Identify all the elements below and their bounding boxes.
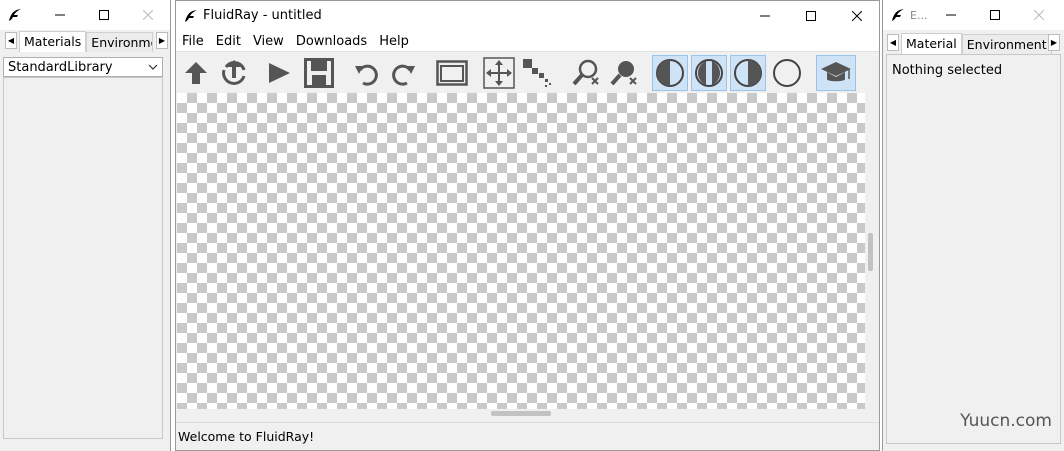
materials-titlebar[interactable]	[0, 0, 170, 30]
horizontal-scroll-thumb[interactable]	[491, 411, 551, 416]
undo-icon	[355, 64, 378, 86]
graduation-cap-icon	[821, 62, 851, 82]
library-select-value: StandardLibrary	[8, 59, 113, 75]
toolbar	[176, 51, 879, 94]
maximize-button[interactable]	[82, 0, 126, 30]
properties-panel: Nothing selected	[886, 54, 1061, 444]
main-window: FluidRay - untitled File Edit View Downl…	[175, 0, 880, 451]
menu-downloads[interactable]: Downloads	[290, 34, 373, 49]
save-icon	[304, 58, 334, 88]
pick-button[interactable]	[606, 55, 642, 91]
close-button[interactable]	[126, 0, 170, 30]
play-icon	[269, 63, 290, 83]
tab-scroll-left-icon[interactable]: ◀	[887, 34, 899, 51]
save-button[interactable]	[301, 55, 337, 91]
arrow-up-icon	[185, 62, 207, 84]
minimize-button[interactable]	[929, 0, 973, 30]
properties-titlebar[interactable]: E...	[883, 0, 1064, 30]
materials-window: ◀ Materials Environme ▶ StandardLibrary	[0, 0, 171, 451]
properties-window-title: E...	[910, 9, 928, 22]
mode-2-button[interactable]	[691, 55, 727, 91]
frame-button[interactable]	[434, 55, 470, 91]
main-window-title: FluidRay - untitled	[203, 8, 322, 23]
mode-3-button[interactable]	[730, 55, 766, 91]
zoom-button[interactable]	[568, 55, 604, 91]
minimize-button[interactable]	[742, 1, 788, 31]
status-bar: Welcome to FluidRay!	[176, 422, 879, 449]
library-select[interactable]: StandardLibrary	[3, 57, 163, 77]
pick-icon	[610, 61, 637, 86]
half-circle-left-icon	[656, 59, 684, 87]
resolution-button[interactable]	[519, 55, 555, 91]
fluidray-logo-icon	[185, 10, 197, 22]
minimize-button[interactable]	[38, 0, 82, 30]
close-button[interactable]	[1017, 0, 1061, 30]
maximize-button[interactable]	[788, 1, 834, 31]
status-text: Welcome to FluidRay!	[178, 428, 315, 444]
mode-1-button[interactable]	[652, 55, 688, 91]
half-circle-center-icon	[695, 59, 723, 87]
tab-environment[interactable]: Environme	[86, 32, 154, 52]
redo-icon	[392, 64, 415, 86]
render-button[interactable]	[261, 55, 297, 91]
frame-icon	[436, 60, 468, 86]
move-arrows-icon	[483, 57, 515, 89]
menu-file[interactable]: File	[176, 34, 210, 49]
refresh-upload-icon	[222, 60, 246, 85]
mode-4-button[interactable]	[769, 55, 805, 91]
properties-tabs: Material Environment	[901, 33, 1052, 54]
pixels-icon	[523, 59, 551, 87]
half-circle-right-icon	[734, 59, 762, 87]
properties-window: E... ◀ Material Environment ▶ Nothing se…	[882, 0, 1064, 451]
update-button[interactable]	[216, 55, 252, 91]
maximize-button[interactable]	[973, 0, 1017, 30]
menu-edit[interactable]: Edit	[210, 34, 247, 49]
zoom-reset-icon	[572, 59, 599, 86]
empty-circle-icon	[773, 59, 801, 87]
render-viewport[interactable]	[177, 93, 865, 409]
tab-environment[interactable]: Environment	[961, 34, 1052, 54]
tab-material[interactable]: Material	[901, 33, 962, 54]
menu-help[interactable]: Help	[373, 34, 415, 49]
tutorial-button[interactable]	[816, 55, 856, 91]
fluidray-logo-icon	[9, 9, 21, 21]
redo-button[interactable]	[386, 55, 422, 91]
tab-materials[interactable]: Materials	[19, 31, 87, 52]
nothing-selected-label: Nothing selected	[892, 63, 1003, 78]
vertical-scrollbar[interactable]	[866, 93, 875, 409]
undo-button[interactable]	[348, 55, 384, 91]
watermark: Yuucn.com	[960, 411, 1052, 431]
horizontal-scrollbar[interactable]	[177, 409, 865, 418]
arrow-up-button[interactable]	[178, 55, 214, 91]
tab-scroll-right-icon[interactable]: ▶	[1048, 34, 1060, 51]
close-button[interactable]	[834, 1, 879, 31]
move-button[interactable]	[481, 55, 517, 91]
materials-list-panel	[3, 77, 163, 439]
vertical-scroll-thumb[interactable]	[868, 233, 873, 271]
chevron-down-icon	[148, 64, 158, 70]
materials-tabs: Materials Environme	[19, 31, 154, 52]
menu-bar: File Edit View Downloads Help	[176, 31, 879, 51]
fluidray-logo-icon	[892, 9, 904, 21]
tab-scroll-right-icon[interactable]: ▶	[156, 32, 168, 49]
main-titlebar[interactable]: FluidRay - untitled	[176, 1, 879, 31]
tab-scroll-left-icon[interactable]: ◀	[5, 32, 17, 49]
menu-view[interactable]: View	[247, 34, 290, 49]
